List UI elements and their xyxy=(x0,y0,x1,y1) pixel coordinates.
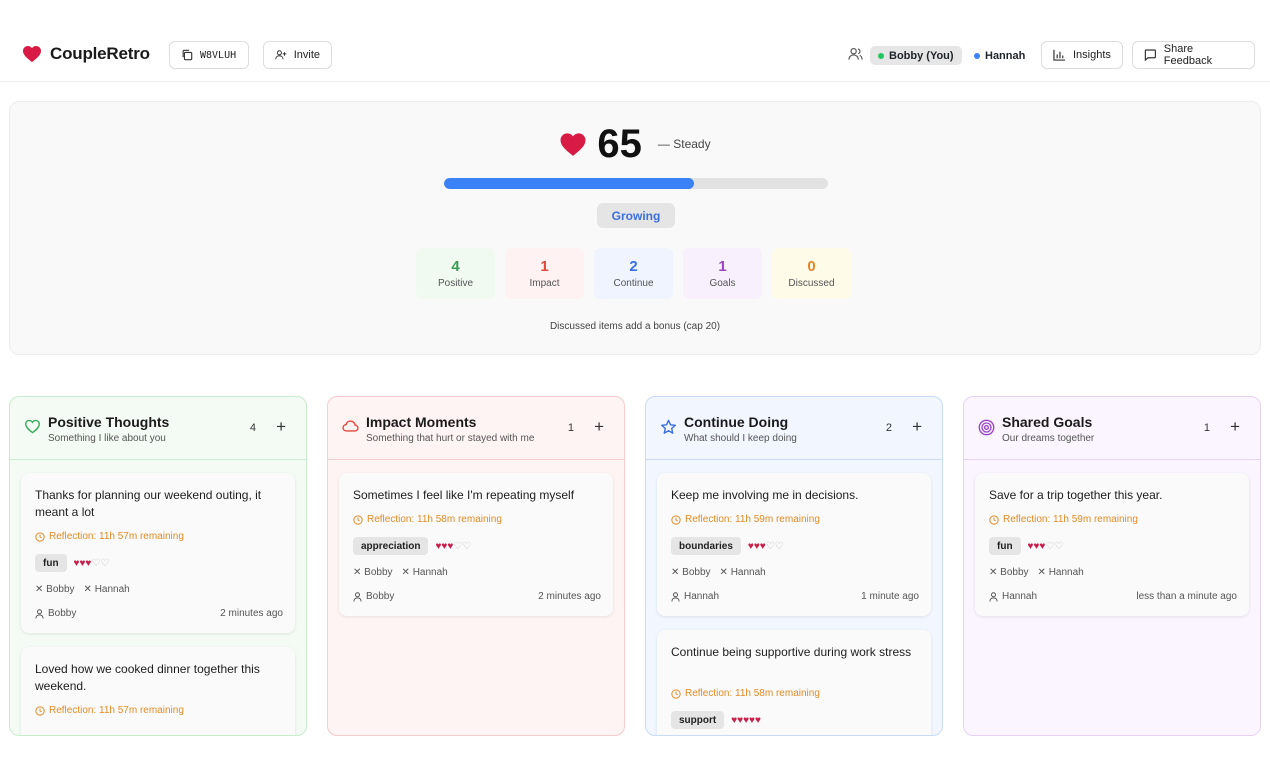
column-shared-goals: Shared Goals Our dreams together 1 + Sav… xyxy=(963,396,1261,736)
insights-button[interactable]: Insights xyxy=(1041,41,1123,69)
star-outline-icon xyxy=(660,419,677,434)
score-status: — Steady xyxy=(657,137,711,151)
participant[interactable]: ✕ Hannah xyxy=(720,567,766,578)
retro-card[interactable]: Continue being supportive during work st… xyxy=(657,630,931,735)
clock-icon xyxy=(353,514,363,525)
participant[interactable]: ✕ Bobby xyxy=(671,567,711,578)
participant[interactable]: ✕ Bobby xyxy=(353,567,393,578)
timestamp: less than a minute ago xyxy=(1136,591,1237,602)
clock-icon xyxy=(671,688,681,699)
copy-room-code-button[interactable]: W8VLUH xyxy=(169,41,249,69)
room-code: W8VLUH xyxy=(200,49,237,61)
clock-icon xyxy=(671,514,681,525)
stat-discussed: 0 Discussed xyxy=(772,248,851,299)
reflection-timer: Reflection: 11h 57m remaining xyxy=(35,705,184,716)
participant[interactable]: ✕ Hannah xyxy=(1038,567,1084,578)
heart-logo-icon xyxy=(23,45,41,63)
participant[interactable]: ✕ Hannah xyxy=(84,584,130,595)
column-header: Continue Doing What should I keep doing … xyxy=(646,397,942,460)
copy-icon xyxy=(182,49,193,61)
brand-name: CoupleRetro xyxy=(50,44,150,63)
user-icon xyxy=(35,608,44,619)
timestamp: 2 minutes ago xyxy=(220,608,283,619)
reflection-timer: Reflection: 11h 58m remaining xyxy=(671,688,820,699)
column-count: 4 xyxy=(249,422,256,434)
reflection-timer: Reflection: 11h 57m remaining xyxy=(35,531,184,542)
timestamp: 2 minutes ago xyxy=(538,591,601,602)
column-header: Shared Goals Our dreams together 1 + xyxy=(964,397,1260,460)
column-header: Positive Thoughts Something I like about… xyxy=(10,397,306,460)
column-positive-thoughts: Positive Thoughts Something I like about… xyxy=(9,396,307,736)
heart-outline-icon xyxy=(24,419,41,434)
add-item-button[interactable]: + xyxy=(1230,418,1240,435)
stat-positive: 4 Positive xyxy=(416,248,495,299)
online-dot xyxy=(974,52,980,59)
score-progress-bar xyxy=(444,178,828,189)
message-icon xyxy=(1144,49,1156,61)
user-icon xyxy=(353,591,362,602)
reflection-timer: Reflection: 11h 59m remaining xyxy=(671,514,820,525)
users-icon xyxy=(848,48,863,60)
tag: appreciation xyxy=(353,537,429,555)
heart-icon xyxy=(560,132,586,156)
column-count: 2 xyxy=(885,422,892,434)
stats-row: 4 Positive 1 Impact 2 Continue 1 Goals 0… xyxy=(416,248,851,299)
reflection-timer: Reflection: 11h 58m remaining xyxy=(353,514,502,525)
user-plus-icon xyxy=(275,50,287,60)
add-item-button[interactable]: + xyxy=(912,418,922,435)
bonus-note: Discussed items add a bonus (cap 20) xyxy=(549,321,721,332)
clock-icon xyxy=(989,514,999,525)
retro-card[interactable]: Sometimes I feel like I'm repeating myse… xyxy=(339,473,613,616)
cloud-icon xyxy=(342,420,359,432)
user-icon xyxy=(671,591,680,602)
score-row: 65 — Steady xyxy=(10,124,1260,164)
stat-continue: 2 Continue xyxy=(594,248,673,299)
participant[interactable]: ✕ Hannah xyxy=(402,567,448,578)
online-dot xyxy=(878,52,884,59)
score-value: 65 xyxy=(597,122,642,166)
score-progress-fill xyxy=(444,178,694,189)
retro-card[interactable]: Keep me involving me in decisions. Refle… xyxy=(657,473,931,616)
tag: fun xyxy=(35,554,67,572)
tag: support xyxy=(671,711,725,729)
column-header: Impact Moments Something that hurt or st… xyxy=(328,397,624,460)
heart-rating[interactable]: ♥♥♥♥♥ xyxy=(731,715,761,726)
bar-chart-icon xyxy=(1053,49,1066,61)
heart-rating[interactable]: ♥♥♥♡♡ xyxy=(748,541,784,552)
app-header: CoupleRetro W8VLUH Invite Bobby (You) Ha… xyxy=(0,0,1270,82)
user-pill-partner: Hannah xyxy=(966,46,1034,65)
reflection-timer: Reflection: 11h 59m remaining xyxy=(989,514,1138,525)
add-item-button[interactable]: + xyxy=(276,418,286,435)
target-icon xyxy=(978,419,995,436)
column-count: 1 xyxy=(567,422,574,434)
add-item-button[interactable]: + xyxy=(594,418,604,435)
participant[interactable]: ✕ Bobby xyxy=(35,584,75,595)
participant[interactable]: ✕ Bobby xyxy=(989,567,1029,578)
share-feedback-button[interactable]: Share Feedback xyxy=(1132,41,1255,69)
tag: boundaries xyxy=(671,537,741,555)
user-pill-current: Bobby (You) xyxy=(870,46,962,65)
stat-impact: 1 Impact xyxy=(505,248,584,299)
heart-rating[interactable]: ♥♥♥♡♡ xyxy=(435,541,471,552)
brand[interactable]: CoupleRetro xyxy=(22,44,150,64)
column-continue-doing: Continue Doing What should I keep doing … xyxy=(645,396,943,736)
clock-icon xyxy=(35,705,45,716)
heart-rating[interactable]: ♥♥♥♡♡ xyxy=(1028,541,1064,552)
relationship-score-card: 65 — Steady Growing 4 Positive 1 Impact … xyxy=(9,101,1261,355)
invite-button[interactable]: Invite xyxy=(263,41,332,69)
user-icon xyxy=(989,591,998,602)
tag: fun xyxy=(989,537,1021,555)
column-count: 1 xyxy=(1203,422,1210,434)
timestamp: 1 minute ago xyxy=(861,591,919,602)
clock-icon xyxy=(35,531,45,542)
heart-rating[interactable]: ♥♥♥♡♡ xyxy=(74,558,110,569)
retro-card[interactable]: Save for a trip together this year. Refl… xyxy=(975,473,1249,616)
stat-goals: 1 Goals xyxy=(683,248,762,299)
stage-badge: Growing xyxy=(597,203,675,228)
retro-card[interactable]: Loved how we cooked dinner together this… xyxy=(21,647,295,735)
column-impact-moments: Impact Moments Something that hurt or st… xyxy=(327,396,625,736)
retro-card[interactable]: Thanks for planning our weekend outing, … xyxy=(21,473,295,633)
